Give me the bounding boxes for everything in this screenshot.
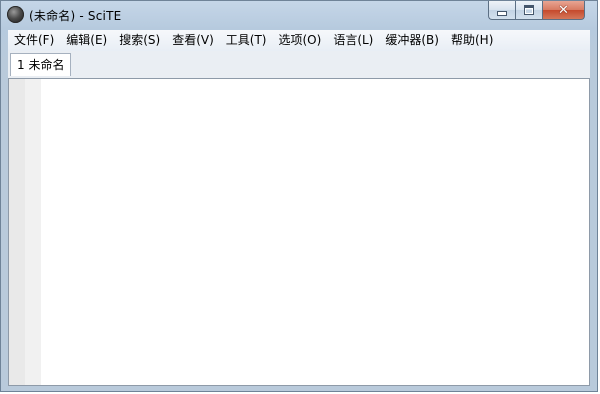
menu-search[interactable]: 搜索(S): [113, 30, 166, 51]
menu-edit[interactable]: 编辑(E): [60, 30, 113, 51]
menu-file[interactable]: 文件(F): [8, 30, 60, 51]
editor-text-area[interactable]: [41, 79, 589, 385]
app-window: (未命名) - SciTE ✕ 文件(F) 编辑(E) 搜索(S) 查看(V) …: [0, 0, 598, 392]
scite-app-icon[interactable]: [7, 6, 24, 23]
close-button[interactable]: ✕: [542, 1, 585, 20]
line-number-margin[interactable]: [9, 79, 25, 385]
editor-pane: [8, 78, 590, 386]
caption-buttons: ✕: [488, 1, 585, 20]
menu-options[interactable]: 选项(O): [273, 30, 328, 51]
tab-untitled[interactable]: 1 未命名: [10, 53, 72, 76]
menu-language[interactable]: 语言(L): [327, 30, 379, 51]
maximize-button[interactable]: [515, 1, 542, 20]
minimize-button[interactable]: [488, 1, 515, 20]
menu-buffers[interactable]: 缓冲器(B): [379, 30, 445, 51]
menu-tools[interactable]: 工具(T): [220, 30, 273, 51]
menu-view[interactable]: 查看(V): [166, 30, 220, 51]
menu-bar: 文件(F) 编辑(E) 搜索(S) 查看(V) 工具(T) 选项(O) 语言(L…: [8, 30, 590, 52]
window-title: (未命名) - SciTE: [29, 9, 122, 23]
title-bar[interactable]: (未命名) - SciTE ✕: [1, 1, 597, 30]
menu-help[interactable]: 帮助(H): [445, 30, 499, 51]
close-icon: ✕: [558, 2, 569, 18]
tab-strip: 1 未命名: [8, 51, 590, 78]
minimize-icon: [497, 10, 507, 16]
maximize-icon: [524, 5, 534, 15]
symbol-margin[interactable]: [25, 79, 41, 385]
